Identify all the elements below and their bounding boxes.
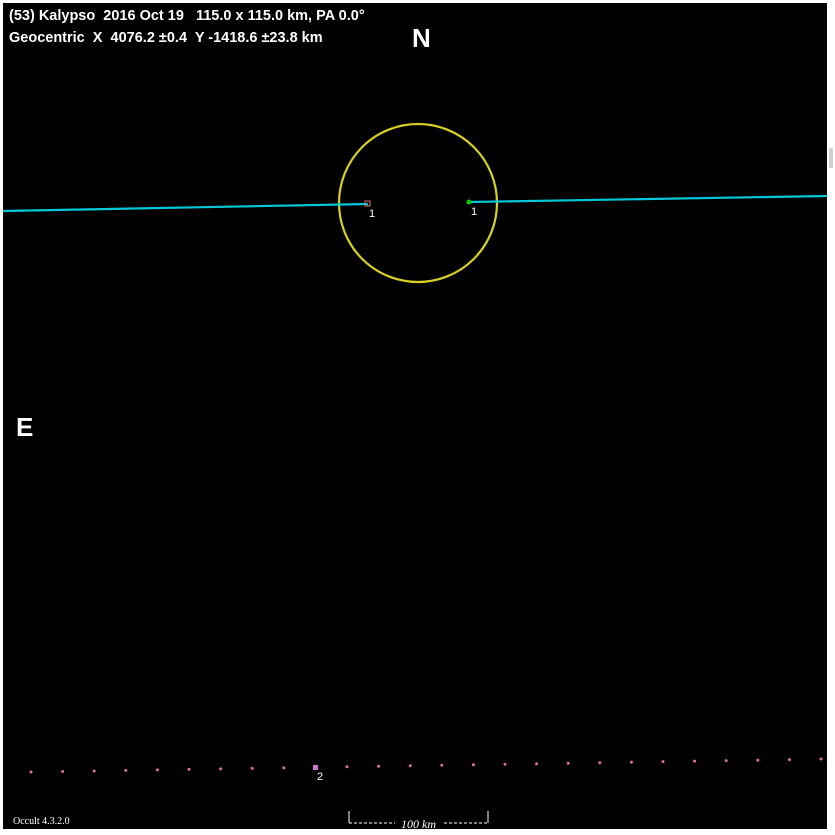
plot-window: 1 1 2 (53) Kalypso 2016 Oct 19 115.0 x 1… xyxy=(0,0,835,835)
miss-chord-2-marker xyxy=(313,765,318,770)
miss-chord-2-number: 2 xyxy=(317,771,323,783)
miss-chord-dot xyxy=(219,767,223,771)
software-version: Occult 4.3.2.0 xyxy=(13,816,70,827)
miss-chord-dot xyxy=(61,770,65,773)
miss-chord-dot xyxy=(629,760,633,764)
event-title: (53) Kalypso 2016 Oct 19 115.0 x 115.0 k… xyxy=(9,8,365,24)
miss-chord-dot xyxy=(440,763,444,767)
geocentric-offset: Geocentric X 4076.2 ±0.4 Y -1418.6 ±23.8… xyxy=(9,30,323,46)
window-scroll-indicator[interactable] xyxy=(829,148,833,168)
miss-chord-dot xyxy=(693,759,697,763)
north-indicator: N xyxy=(412,23,431,53)
occultation-plot: 1 1 2 (53) Kalypso 2016 Oct 19 115.0 x 1… xyxy=(3,3,827,829)
miss-chord-dot xyxy=(124,768,128,772)
miss-chord-dot xyxy=(787,758,791,762)
miss-chord-dot xyxy=(661,760,665,764)
miss-chord-dot xyxy=(250,766,254,770)
miss-chord-dot xyxy=(535,762,539,766)
miss-chord-dot xyxy=(724,759,728,763)
chord-1-left-segment xyxy=(3,202,369,213)
reappearance-marker xyxy=(466,199,472,205)
chord-1-left-number: 1 xyxy=(369,208,375,220)
miss-chord-dot xyxy=(756,758,760,762)
miss-chord-dot xyxy=(282,766,286,770)
miss-chord-dot xyxy=(503,762,507,766)
miss-chord-dot xyxy=(92,769,96,773)
miss-chord-dot xyxy=(598,761,602,765)
miss-chord-dot xyxy=(408,764,412,768)
east-indicator: E xyxy=(16,412,34,442)
miss-chord-dot xyxy=(377,764,381,768)
miss-chord-dot xyxy=(566,761,570,765)
miss-chord-dot xyxy=(471,763,475,767)
miss-chord-dot xyxy=(345,765,349,769)
miss-chord-dot xyxy=(155,768,159,772)
occultation-diagram: 1 1 2 xyxy=(3,122,827,824)
chord-1-right-segment xyxy=(468,194,827,204)
scale-bar-label: 100 km xyxy=(401,817,436,829)
miss-chord-dot xyxy=(819,757,823,761)
miss-chord-dot xyxy=(187,767,191,771)
chord-1-right-number: 1 xyxy=(471,206,477,218)
miss-chord-dot xyxy=(29,770,33,774)
miss-chord-2-dotted-line xyxy=(29,757,823,774)
